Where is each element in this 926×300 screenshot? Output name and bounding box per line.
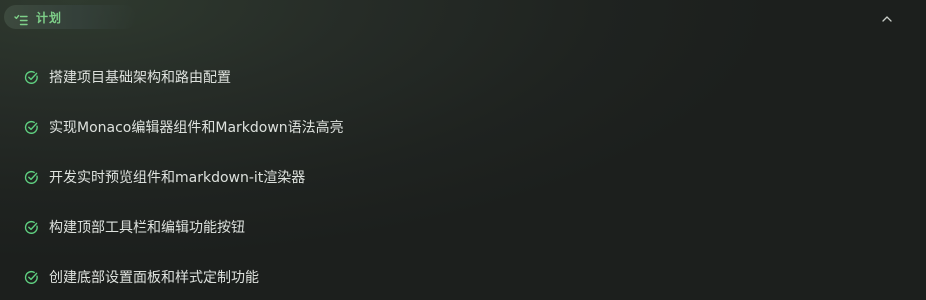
task-text: 构建顶部工具栏和编辑功能按钮: [49, 220, 245, 236]
task-item: 开发实时预览组件和markdown-it渲染器: [0, 152, 926, 202]
check-circle-icon: [24, 170, 39, 185]
check-circle-icon: [24, 70, 39, 85]
check-circle-icon: [24, 220, 39, 235]
plan-panel: 计划 搭建项目基础架构和路由配置 实现Monaco编辑器组件和Markdown语…: [0, 0, 926, 300]
task-item: 创建底部设置面板和样式定制功能: [0, 252, 926, 300]
collapse-button[interactable]: [878, 8, 896, 26]
task-list: 搭建项目基础架构和路由配置 实现Monaco编辑器组件和Markdown语法高亮…: [0, 52, 926, 300]
plan-title: 计划: [36, 10, 63, 25]
task-text: 开发实时预览组件和markdown-it渲染器: [49, 170, 306, 186]
task-text: 搭建项目基础架构和路由配置: [49, 70, 231, 86]
task-text: 实现Monaco编辑器组件和Markdown语法高亮: [49, 120, 344, 136]
check-circle-icon: [24, 270, 39, 285]
task-item: 构建顶部工具栏和编辑功能按钮: [0, 202, 926, 252]
list-checklist-icon: [14, 11, 28, 26]
chevron-up-icon: [881, 8, 893, 27]
plan-header: 计划: [0, 0, 926, 34]
task-item: 搭建项目基础架构和路由配置: [0, 52, 926, 102]
task-item: 实现Monaco编辑器组件和Markdown语法高亮: [0, 102, 926, 152]
task-text: 创建底部设置面板和样式定制功能: [49, 270, 259, 286]
check-circle-icon: [24, 120, 39, 135]
plan-toggle[interactable]: 计划: [4, 5, 136, 29]
